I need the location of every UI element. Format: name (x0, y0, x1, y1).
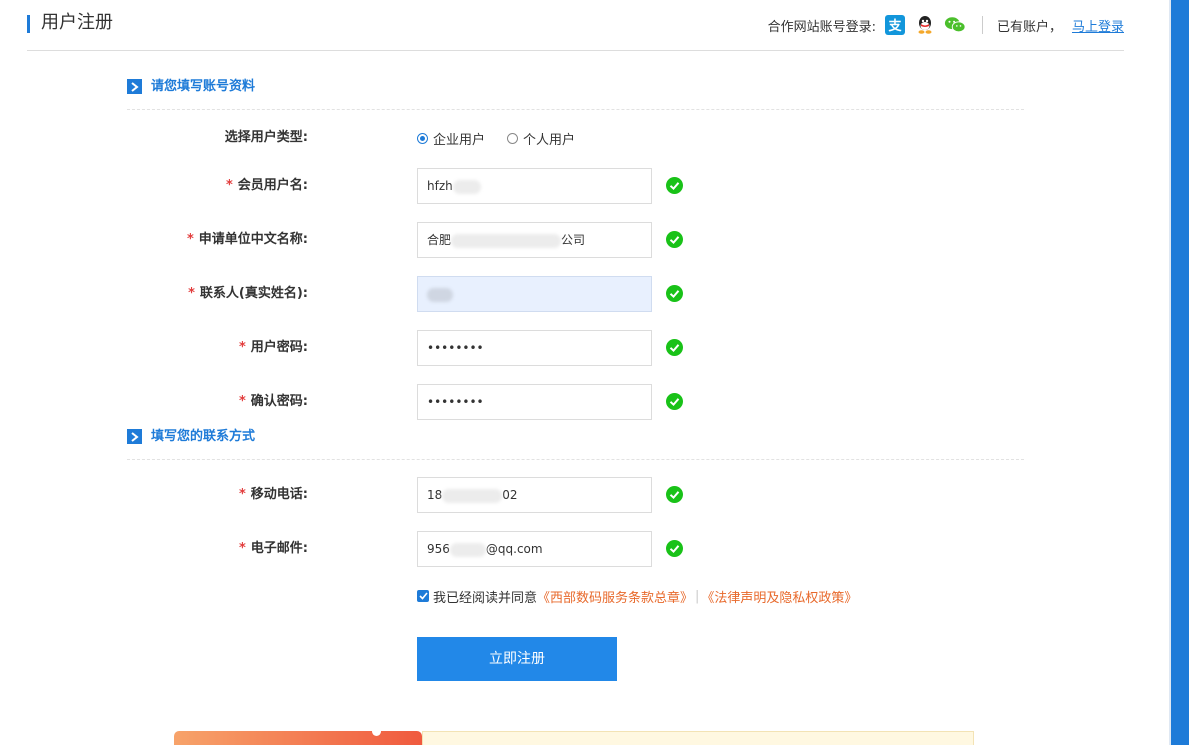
valid-check-icon (666, 231, 683, 248)
confirm-password-input[interactable]: •••••••• (417, 384, 652, 420)
valid-check-icon (666, 177, 683, 194)
user-type-row: 选择用户类型: 企业用户 个人用户 (0, 126, 1100, 150)
confirm-password-label: * 确认密码: (238, 394, 308, 409)
company-label: * 申请单位中文名称: (186, 232, 308, 247)
confirm-password-row: * 确认密码: •••••••• (0, 384, 1100, 420)
contact-row: * 联系人(真实姓名): (0, 276, 1100, 312)
page-header: 用户注册 合作网站账号登录: 支 已有账户， 马上登录 (27, 0, 1124, 51)
header-divider (981, 16, 983, 34)
mobile-row: * 移动电话: 18 02 (0, 477, 1100, 513)
section-title: 填写您的联系方式 (151, 429, 256, 444)
svg-text:支: 支 (887, 18, 902, 34)
partner-login-label: 合作网站账号登录: (767, 19, 876, 35)
user-type-options: 企业用户 个人用户 (417, 126, 597, 150)
password-label: * 用户密码: (238, 340, 308, 355)
chevron-right-icon (127, 79, 142, 94)
radio-label: 个人用户 (523, 132, 576, 148)
radio-label: 企业用户 (433, 132, 486, 148)
title-accent-bar (27, 15, 30, 33)
section-account-info: 请您填写账号资料 (127, 79, 1024, 110)
valid-check-icon (666, 285, 683, 302)
password-row: * 用户密码: •••••••• (0, 330, 1100, 366)
radio-enterprise[interactable]: 企业用户 (417, 129, 485, 148)
company-row: * 申请单位中文名称: 合肥 公司 (0, 222, 1100, 258)
privacy-link[interactable]: 《法律声明及隐私权政策》 (701, 587, 857, 606)
agreement-text: 我已经阅读并同意 (433, 590, 538, 606)
chevron-right-icon (127, 429, 142, 444)
email-input[interactable]: 956 @qq.com (417, 531, 652, 567)
radio-unchecked-icon (507, 132, 519, 144)
contact-label: * 联系人(真实姓名): (188, 286, 308, 301)
password-input[interactable]: •••••••• (417, 330, 652, 366)
redacted-blur (449, 542, 486, 557)
section-contact-info: 填写您的联系方式 (127, 429, 1024, 460)
redacted-blur (451, 233, 562, 248)
redacted-blur (452, 179, 481, 194)
valid-check-icon (666, 486, 683, 503)
redacted-blur (427, 287, 453, 302)
alipay-icon[interactable]: 支 (884, 14, 906, 36)
right-edge-border (1169, 0, 1171, 745)
company-input[interactable]: 合肥 公司 (417, 222, 652, 258)
terms-link[interactable]: 《西部数码服务条款总章》 (537, 587, 693, 606)
username-input[interactable]: hfzh (417, 168, 652, 204)
page-title: 用户注册 (41, 12, 113, 33)
wechat-icon[interactable] (944, 14, 966, 36)
redacted-blur (442, 488, 503, 503)
header-login-area: 合作网站账号登录: 支 已有账户， 马上登录 (768, 14, 1124, 36)
checkmark-icon (418, 592, 428, 600)
username-row: * 会员用户名: hfzh (0, 168, 1100, 204)
register-button[interactable]: 立即注册 (417, 637, 617, 681)
radio-personal[interactable]: 个人用户 (507, 129, 575, 148)
right-edge-bar (1169, 0, 1189, 745)
promo-banner-right (422, 731, 974, 745)
qq-icon[interactable] (914, 14, 936, 36)
agreement-checkbox[interactable] (417, 590, 429, 602)
email-label: * 电子邮件: (238, 541, 308, 556)
mobile-input[interactable]: 18 02 (417, 477, 652, 513)
section-title: 请您填写账号资料 (151, 79, 256, 94)
radio-checked-icon (417, 132, 428, 144)
promo-banner-left (174, 731, 422, 745)
valid-check-icon (666, 339, 683, 356)
has-account-text: 已有账户， (996, 19, 1062, 35)
agreement-row: 我已经阅读并同意 《西部数码服务条款总章》 | 《法律声明及隐私权政策》 (417, 587, 857, 606)
link-separator: | (695, 588, 700, 604)
login-link[interactable]: 马上登录 (1072, 16, 1124, 35)
mobile-label: * 移动电话: (238, 487, 308, 502)
promo-banner-dot (372, 727, 381, 736)
contact-input[interactable] (417, 276, 652, 312)
valid-check-icon (666, 393, 683, 410)
user-type-label: 选择用户类型: (224, 130, 308, 145)
email-row: * 电子邮件: 956 @qq.com (0, 531, 1100, 567)
username-label: * 会员用户名: (225, 178, 308, 193)
valid-check-icon (666, 540, 683, 557)
